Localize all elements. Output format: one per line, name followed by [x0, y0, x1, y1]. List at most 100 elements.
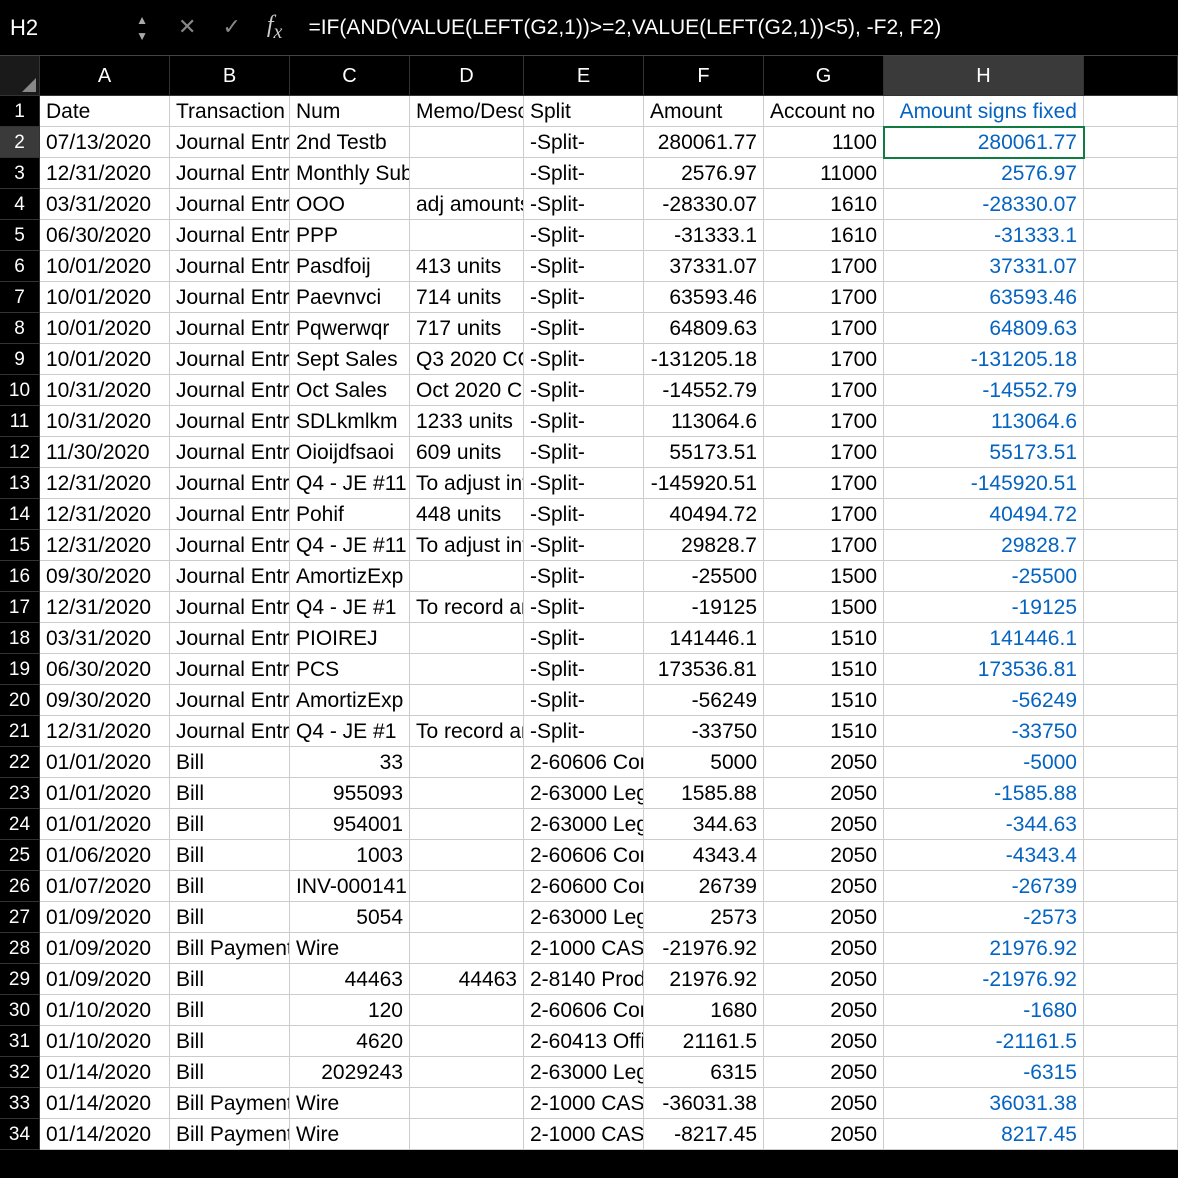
- cell-D8[interactable]: 717 units: [410, 313, 524, 344]
- cell-F1[interactable]: Amount: [644, 96, 764, 127]
- cell-F31[interactable]: 21161.5: [644, 1026, 764, 1057]
- cell-F14[interactable]: 40494.72: [644, 499, 764, 530]
- cell-E2[interactable]: -Split-: [524, 127, 644, 158]
- cell-D19[interactable]: [410, 654, 524, 685]
- cell-G6[interactable]: 1700: [764, 251, 884, 282]
- cell-C10[interactable]: Oct Sales: [290, 375, 410, 406]
- cell-B22[interactable]: Bill: [170, 747, 290, 778]
- cell-D11[interactable]: 1233 units: [410, 406, 524, 437]
- cell-B5[interactable]: Journal Entry: [170, 220, 290, 251]
- cell-E31[interactable]: 2-60413 Offi: [524, 1026, 644, 1057]
- row-header-8[interactable]: 8: [0, 313, 40, 344]
- cell-A29[interactable]: 01/09/2020: [40, 964, 170, 995]
- cell-G21[interactable]: 1510: [764, 716, 884, 747]
- row-header-24[interactable]: 24: [0, 809, 40, 840]
- cell-G17[interactable]: 1500: [764, 592, 884, 623]
- cell-H11[interactable]: 113064.6: [884, 406, 1084, 437]
- cell-tail-7[interactable]: [1084, 282, 1178, 313]
- col-header-A[interactable]: A: [40, 56, 170, 96]
- cell-E13[interactable]: -Split-: [524, 468, 644, 499]
- cell-tail-15[interactable]: [1084, 530, 1178, 561]
- row-header-11[interactable]: 11: [0, 406, 40, 437]
- cell-E33[interactable]: 2-1000 CASH: [524, 1088, 644, 1119]
- cell-G20[interactable]: 1510: [764, 685, 884, 716]
- cell-F23[interactable]: 1585.88: [644, 778, 764, 809]
- col-header-C[interactable]: C: [290, 56, 410, 96]
- cell-C13[interactable]: Q4 - JE #11: [290, 468, 410, 499]
- cell-G7[interactable]: 1700: [764, 282, 884, 313]
- cell-B4[interactable]: Journal Entry: [170, 189, 290, 220]
- cell-E18[interactable]: -Split-: [524, 623, 644, 654]
- cell-F24[interactable]: 344.63: [644, 809, 764, 840]
- cell-C19[interactable]: PCS: [290, 654, 410, 685]
- cell-H33[interactable]: 36031.38: [884, 1088, 1084, 1119]
- cell-H26[interactable]: -26739: [884, 871, 1084, 902]
- cell-E34[interactable]: 2-1000 CASH: [524, 1119, 644, 1150]
- row-header-25[interactable]: 25: [0, 840, 40, 871]
- cell-C17[interactable]: Q4 - JE #1: [290, 592, 410, 623]
- cell-B14[interactable]: Journal Entry: [170, 499, 290, 530]
- cell-E28[interactable]: 2-1000 CASH: [524, 933, 644, 964]
- cell-E14[interactable]: -Split-: [524, 499, 644, 530]
- cell-B18[interactable]: Journal Entry: [170, 623, 290, 654]
- cancel-icon[interactable]: ✕: [178, 14, 196, 40]
- row-header-21[interactable]: 21: [0, 716, 40, 747]
- cell-H3[interactable]: 2576.97: [884, 158, 1084, 189]
- cell-G23[interactable]: 2050: [764, 778, 884, 809]
- cell-F29[interactable]: 21976.92: [644, 964, 764, 995]
- row-header-30[interactable]: 30: [0, 995, 40, 1026]
- cell-E6[interactable]: -Split-: [524, 251, 644, 282]
- cell-tail-18[interactable]: [1084, 623, 1178, 654]
- cell-H16[interactable]: -25500: [884, 561, 1084, 592]
- cell-B26[interactable]: Bill: [170, 871, 290, 902]
- cell-C4[interactable]: OOO: [290, 189, 410, 220]
- cell-B33[interactable]: Bill Payment: [170, 1088, 290, 1119]
- cell-C22[interactable]: 33: [290, 747, 410, 778]
- cell-H9[interactable]: -131205.18: [884, 344, 1084, 375]
- cell-tail-16[interactable]: [1084, 561, 1178, 592]
- cell-tail-24[interactable]: [1084, 809, 1178, 840]
- cell-G3[interactable]: 11000: [764, 158, 884, 189]
- cell-A12[interactable]: 11/30/2020: [40, 437, 170, 468]
- cell-G13[interactable]: 1700: [764, 468, 884, 499]
- cell-D28[interactable]: [410, 933, 524, 964]
- cell-E19[interactable]: -Split-: [524, 654, 644, 685]
- cell-D17[interactable]: To record am: [410, 592, 524, 623]
- cell-G29[interactable]: 2050: [764, 964, 884, 995]
- cell-C29[interactable]: 44463: [290, 964, 410, 995]
- row-header-33[interactable]: 33: [0, 1088, 40, 1119]
- cell-H24[interactable]: -344.63: [884, 809, 1084, 840]
- cell-H20[interactable]: -56249: [884, 685, 1084, 716]
- cell-C24[interactable]: 954001: [290, 809, 410, 840]
- cell-D10[interactable]: Oct 2020 CO: [410, 375, 524, 406]
- cell-F19[interactable]: 173536.81: [644, 654, 764, 685]
- cell-B12[interactable]: Journal Entry: [170, 437, 290, 468]
- cell-C23[interactable]: 955093: [290, 778, 410, 809]
- cell-C21[interactable]: Q4 - JE #1: [290, 716, 410, 747]
- cell-H7[interactable]: 63593.46: [884, 282, 1084, 313]
- cell-D29[interactable]: 44463: [410, 964, 524, 995]
- cell-D2[interactable]: [410, 127, 524, 158]
- cell-C26[interactable]: INV-000141: [290, 871, 410, 902]
- cell-tail-34[interactable]: [1084, 1119, 1178, 1150]
- cell-A16[interactable]: 09/30/2020: [40, 561, 170, 592]
- cell-B34[interactable]: Bill Payment: [170, 1119, 290, 1150]
- cell-H18[interactable]: 141446.1: [884, 623, 1084, 654]
- cell-A19[interactable]: 06/30/2020: [40, 654, 170, 685]
- cell-H15[interactable]: 29828.7: [884, 530, 1084, 561]
- cell-A31[interactable]: 01/10/2020: [40, 1026, 170, 1057]
- cell-H8[interactable]: 64809.63: [884, 313, 1084, 344]
- cell-D26[interactable]: [410, 871, 524, 902]
- cell-F25[interactable]: 4343.4: [644, 840, 764, 871]
- cell-A13[interactable]: 12/31/2020: [40, 468, 170, 499]
- row-header-31[interactable]: 31: [0, 1026, 40, 1057]
- row-header-5[interactable]: 5: [0, 220, 40, 251]
- row-header-26[interactable]: 26: [0, 871, 40, 902]
- cell-F22[interactable]: 5000: [644, 747, 764, 778]
- cell-B8[interactable]: Journal Entry: [170, 313, 290, 344]
- cell-B3[interactable]: Journal Entry: [170, 158, 290, 189]
- cell-H6[interactable]: 37331.07: [884, 251, 1084, 282]
- cell-A4[interactable]: 03/31/2020: [40, 189, 170, 220]
- cell-D16[interactable]: [410, 561, 524, 592]
- cell-F32[interactable]: 6315: [644, 1057, 764, 1088]
